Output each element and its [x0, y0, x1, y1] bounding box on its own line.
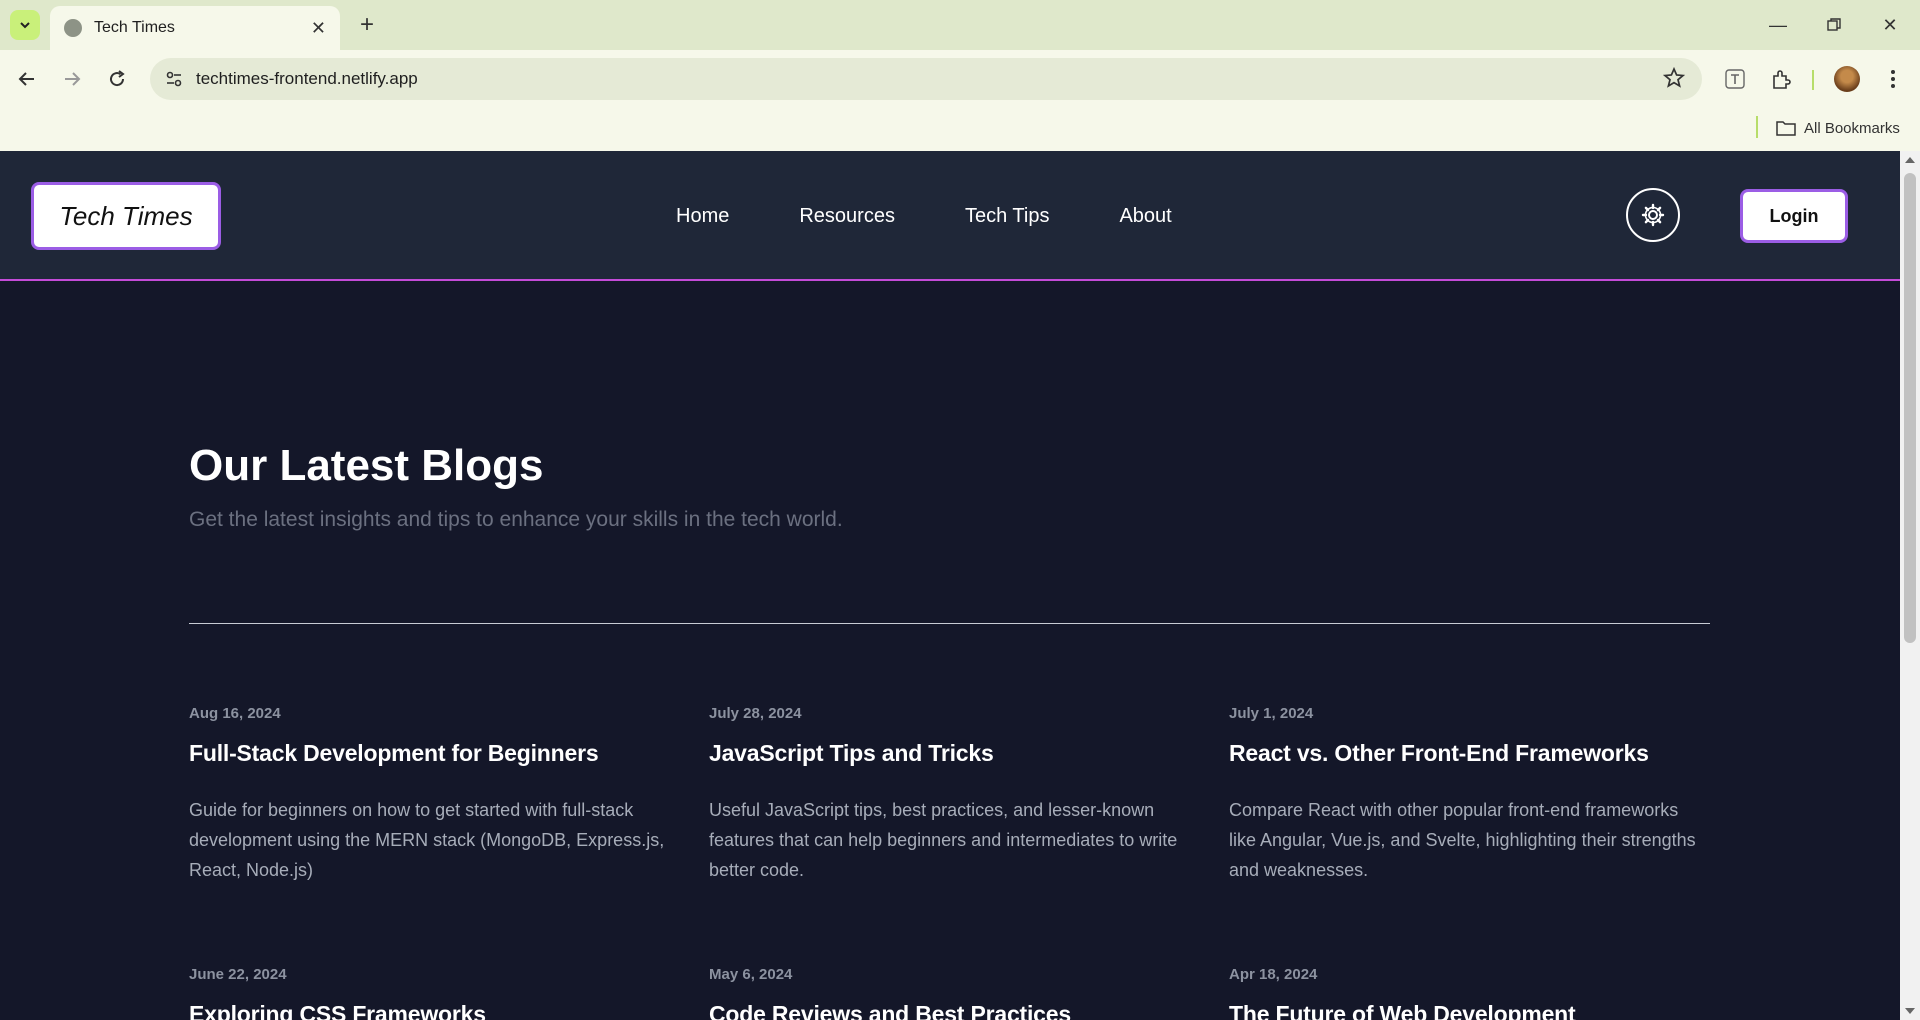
blog-description: Guide for beginners on how to get starte…	[189, 800, 665, 880]
blog-title[interactable]: Code Reviews and Best Practices	[709, 1001, 1189, 1020]
blog-card[interactable]: June 22, 2024 Exploring CSS Frameworks	[189, 966, 669, 1020]
blog-date: Apr 18, 2024	[1229, 966, 1318, 983]
browser-toolbar: techtimes-frontend.netlify.app	[0, 50, 1920, 108]
gear-icon	[1641, 203, 1665, 227]
close-tab-icon[interactable]: ✕	[311, 18, 326, 39]
site-header: Tech Times Home Resources Tech Tips Abou…	[0, 151, 1900, 281]
translate-extension-icon[interactable]	[1720, 64, 1750, 94]
menu-kebab-icon[interactable]	[1878, 64, 1908, 94]
blog-description: Compare React with other popular front-e…	[1229, 800, 1696, 880]
blog-card[interactable]: Aug 16, 2024 Full-Stack Development for …	[189, 705, 669, 885]
page-subtitle: Get the latest insights and tips to enha…	[189, 508, 843, 531]
restore-button[interactable]	[1814, 10, 1854, 40]
blog-title[interactable]: The Future of Web Development	[1229, 1001, 1709, 1020]
blog-date: June 22, 2024	[189, 966, 287, 983]
extensions-icon[interactable]	[1766, 64, 1796, 94]
scroll-down-arrow-icon[interactable]	[1905, 1008, 1915, 1014]
chevron-down-icon	[20, 22, 30, 29]
browser-tab-bar: Tech Times ✕ + — ✕	[0, 0, 1920, 50]
website-viewport: Tech Times Home Resources Tech Tips Abou…	[0, 151, 1900, 1020]
blog-card[interactable]: July 28, 2024 JavaScript Tips and Tricks…	[709, 705, 1189, 885]
toolbar-separator	[1812, 70, 1814, 90]
blog-title[interactable]: Exploring CSS Frameworks	[189, 1001, 669, 1020]
folder-icon	[1776, 121, 1796, 136]
arrow-right-icon	[65, 72, 81, 86]
main-nav: Home Resources Tech Tips About	[676, 191, 1172, 241]
section-divider	[189, 623, 1710, 624]
blog-card[interactable]: Apr 18, 2024 The Future of Web Developme…	[1229, 966, 1709, 1020]
profile-avatar[interactable]	[1834, 66, 1860, 92]
bookmark-star-icon[interactable]	[1662, 66, 1686, 90]
blog-card[interactable]: May 6, 2024 Code Reviews and Best Practi…	[709, 966, 1189, 1020]
nav-home[interactable]: Home	[676, 205, 729, 228]
blog-title[interactable]: Full-Stack Development for Beginners	[189, 740, 669, 767]
blog-card[interactable]: July 1, 2024 React vs. Other Front-End F…	[1229, 705, 1709, 885]
site-info-icon[interactable]	[164, 69, 184, 89]
blog-date: July 1, 2024	[1229, 705, 1314, 722]
logo-text: Tech Times	[59, 200, 193, 231]
blog-title[interactable]: JavaScript Tips and Tricks	[709, 740, 1189, 767]
blog-date: Aug 16, 2024	[189, 705, 281, 722]
close-window-button[interactable]: ✕	[1870, 10, 1910, 40]
url-text: techtimes-frontend.netlify.app	[196, 69, 418, 88]
tab-search-button[interactable]	[10, 10, 40, 40]
page-scrollbar[interactable]	[1900, 151, 1920, 1020]
blog-date: May 6, 2024	[709, 966, 793, 983]
minimize-button[interactable]: —	[1758, 10, 1798, 40]
tab-title: Tech Times	[94, 19, 175, 36]
back-button[interactable]	[12, 64, 42, 94]
browser-tab[interactable]: Tech Times ✕	[50, 6, 340, 50]
blog-date: July 28, 2024	[709, 705, 802, 722]
address-bar[interactable]: techtimes-frontend.netlify.app	[150, 58, 1702, 100]
nav-resources[interactable]: Resources	[799, 205, 895, 228]
site-logo[interactable]: Tech Times	[31, 182, 221, 250]
nav-about[interactable]: About	[1119, 205, 1171, 228]
scrollbar-thumb[interactable]	[1904, 173, 1916, 643]
restore-icon	[1827, 18, 1841, 31]
scroll-up-arrow-icon[interactable]	[1905, 157, 1915, 163]
blog-description: Useful JavaScript tips, best practices, …	[709, 800, 1178, 880]
arrow-left-icon	[18, 72, 34, 86]
forward-button[interactable]	[57, 64, 87, 94]
blog-title[interactable]: React vs. Other Front-End Frameworks	[1229, 740, 1709, 767]
globe-icon	[64, 19, 82, 37]
reload-button[interactable]	[102, 64, 132, 94]
bookmarks-bar: All Bookmarks	[0, 108, 1920, 151]
theme-settings-button[interactable]	[1626, 188, 1680, 242]
login-button[interactable]: Login	[1740, 189, 1848, 243]
all-bookmarks-button[interactable]: All Bookmarks	[1776, 116, 1900, 140]
nav-tech-tips[interactable]: Tech Tips	[965, 205, 1049, 228]
new-tab-button[interactable]: +	[352, 10, 382, 40]
bookmarks-separator	[1756, 116, 1758, 138]
reload-icon	[110, 70, 125, 87]
all-bookmarks-label: All Bookmarks	[1804, 119, 1900, 137]
page-title: Our Latest Blogs	[189, 441, 544, 490]
